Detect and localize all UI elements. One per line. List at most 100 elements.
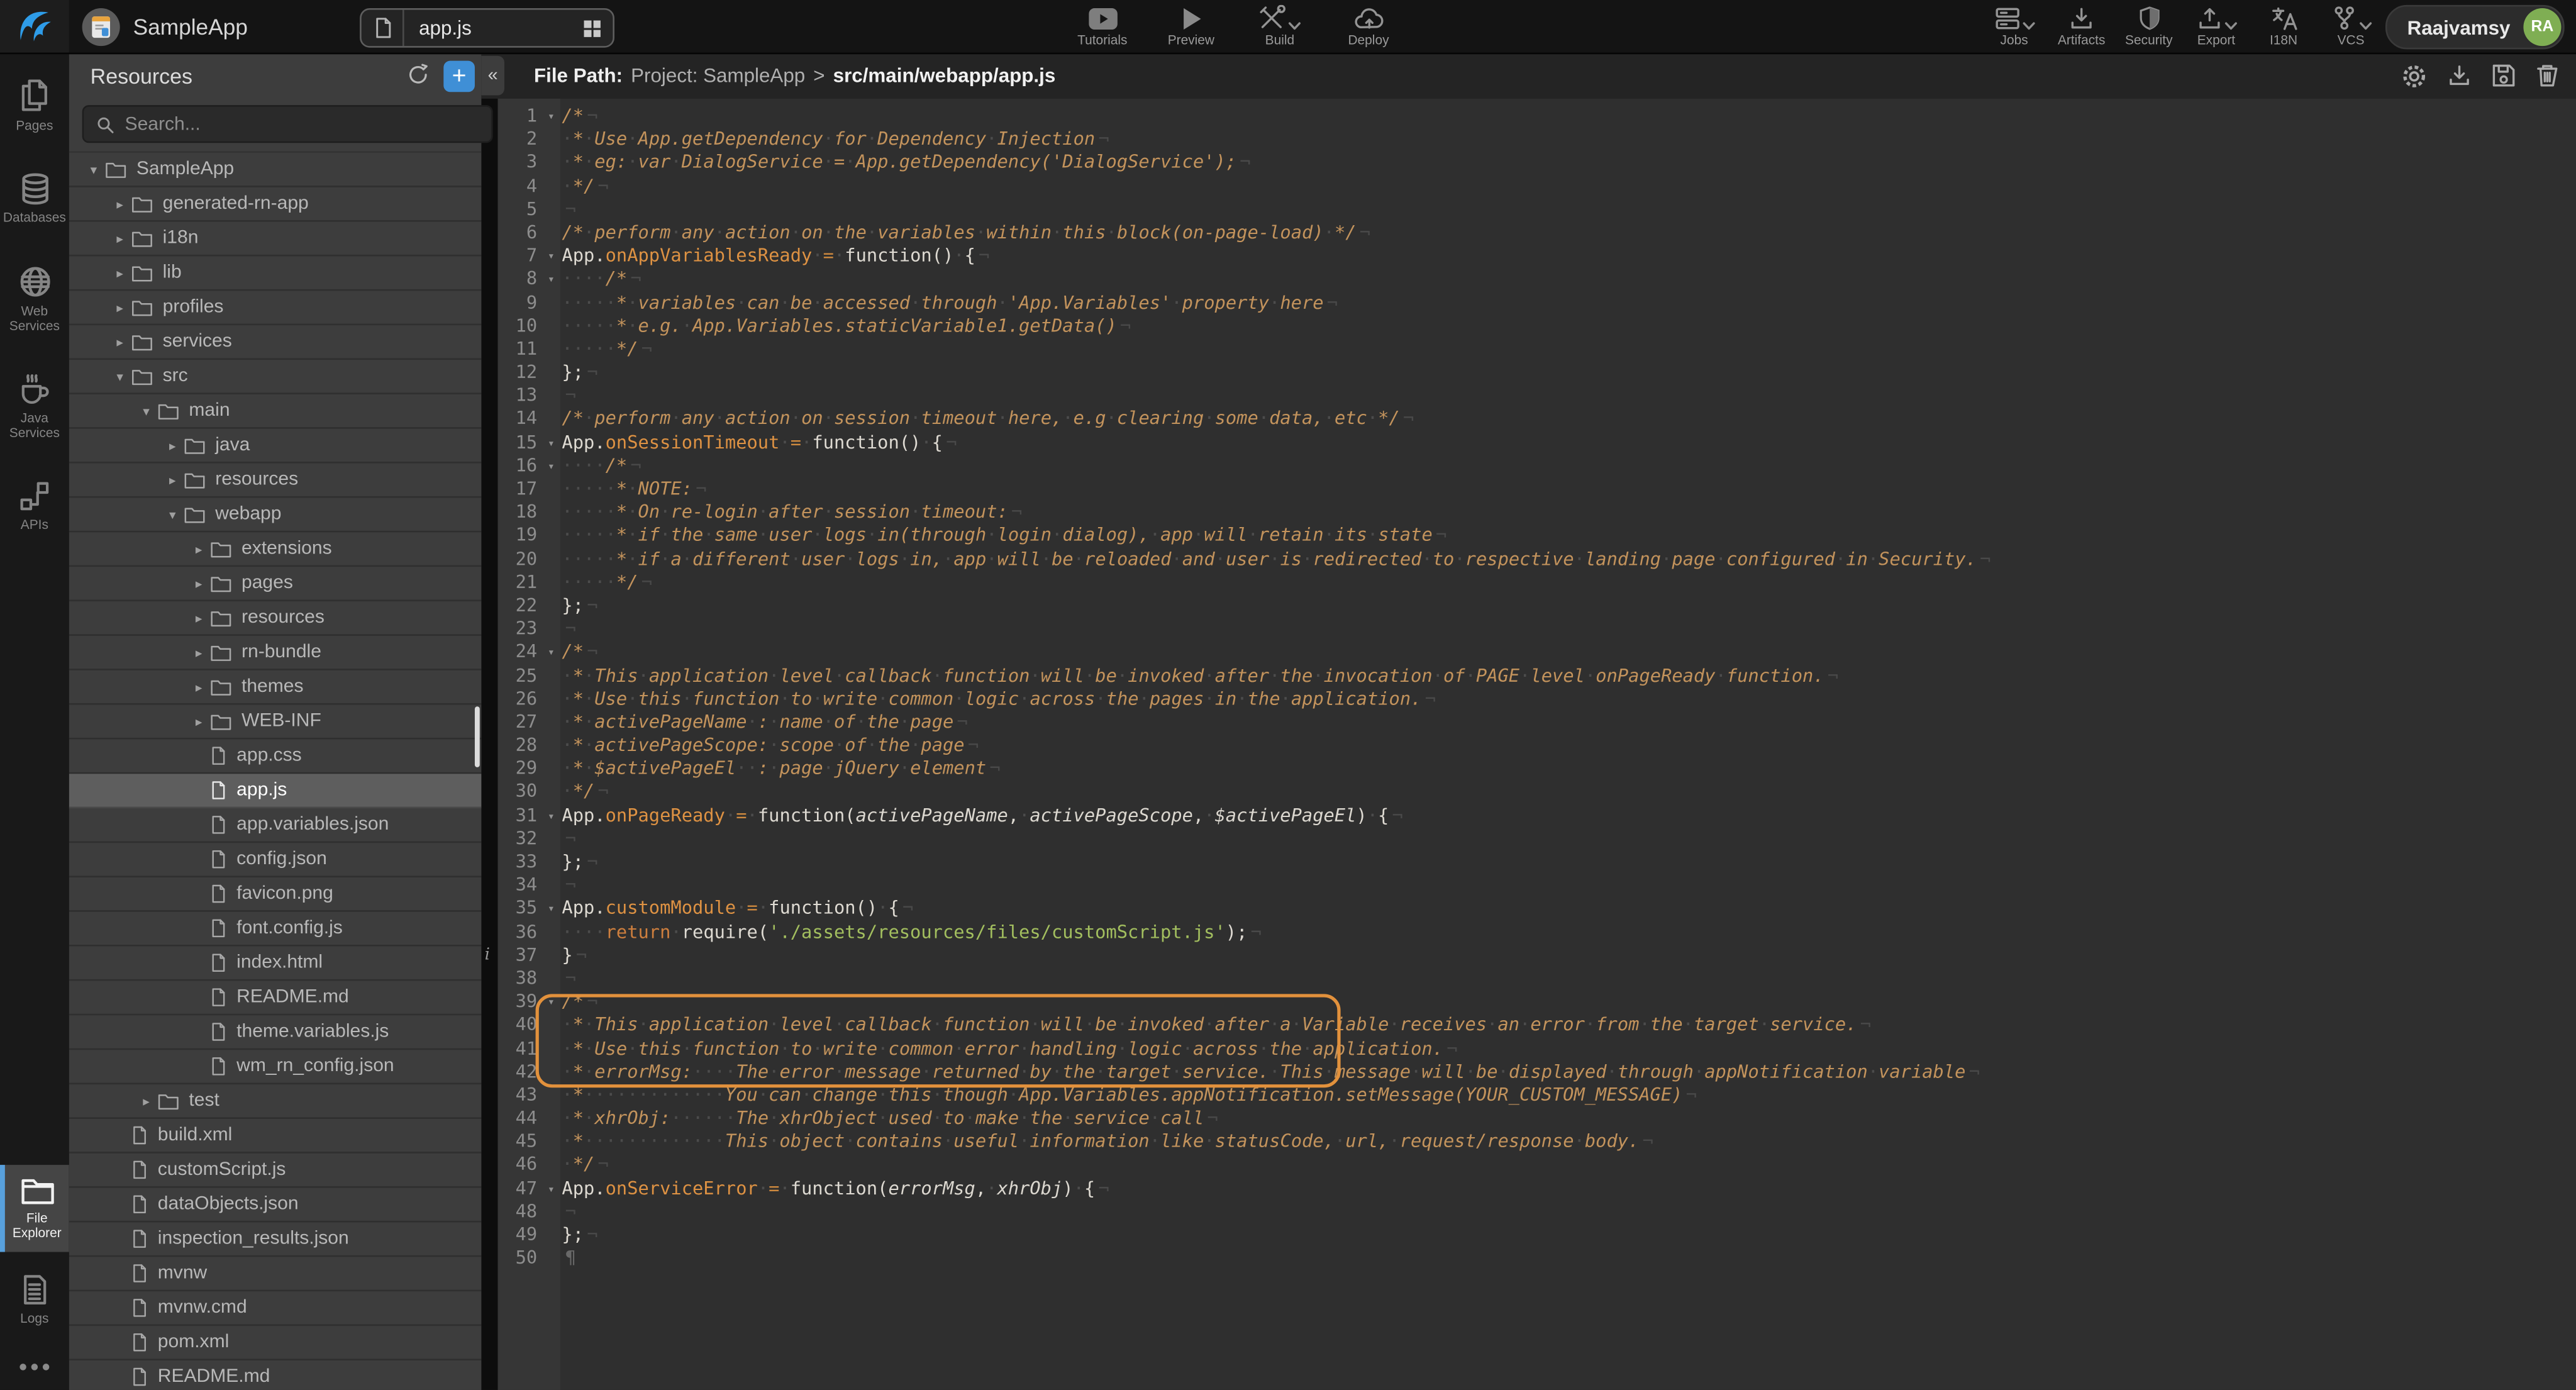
tree-item-app.js[interactable]: app.js — [69, 774, 482, 808]
tree-item-test[interactable]: ▸test — [69, 1084, 482, 1119]
topbar-jobs-button[interactable]: Jobs — [1988, 5, 2041, 48]
save-file-button[interactable] — [2490, 62, 2517, 89]
tree-item-config.json[interactable]: config.json — [69, 843, 482, 877]
tree-item-pom.xml[interactable]: pom.xml — [69, 1326, 482, 1360]
code-line-43[interactable]: 43·*·············You·can·change·this·tho… — [498, 1084, 2576, 1108]
tree-item-mvnw[interactable]: mvnw — [69, 1257, 482, 1291]
tree-item-customScript.js[interactable]: customScript.js — [69, 1154, 482, 1188]
code-line-37[interactable]: i37}¬ — [498, 944, 2576, 967]
download-file-button[interactable] — [2446, 62, 2473, 89]
code-line-50[interactable]: 50¶ — [498, 1247, 2576, 1270]
tree-scrollbar[interactable] — [475, 706, 480, 767]
tree-item-index.html[interactable]: index.html — [69, 947, 482, 981]
caret-icon[interactable]: ▸ — [161, 438, 184, 453]
topbar-security-button[interactable]: Security — [2123, 5, 2175, 48]
code-line-41[interactable]: 41·*·Use·this·function·to·write·common·e… — [498, 1038, 2576, 1061]
fold-icon[interactable]: ▾ — [540, 431, 562, 455]
code-line-22[interactable]: 22};¬ — [498, 594, 2576, 618]
code-line-5[interactable]: 5¬ — [498, 198, 2576, 221]
code-line-20[interactable]: 20·····*·if·a·different·user·logs·in,·ap… — [498, 548, 2576, 571]
tree-item-inspection_results.json[interactable]: inspection_results.json — [69, 1223, 482, 1257]
code-line-40[interactable]: 40·*·This·application·level·callback·fun… — [498, 1015, 2576, 1038]
tree-item-main[interactable]: ▾main — [69, 394, 482, 429]
code-line-34[interactable]: 34¬ — [498, 874, 2576, 898]
panel-collapse-button[interactable]: « — [481, 56, 504, 96]
code-line-30[interactable]: 30·*/¬ — [498, 781, 2576, 804]
caret-icon[interactable]: ▾ — [161, 507, 184, 522]
fold-icon[interactable]: ▾ — [540, 991, 562, 1015]
sidebar-item-databases[interactable]: Databases — [0, 161, 69, 236]
code-line-2[interactable]: 2·*·Use·App.getDependency·for·Dependency… — [498, 128, 2576, 152]
fold-icon[interactable]: ▾ — [540, 804, 562, 828]
tree-item-mvnw.cmd[interactable]: mvnw.cmd — [69, 1291, 482, 1326]
code-line-36[interactable]: 36····return·require('./assets/resources… — [498, 921, 2576, 944]
code-line-39[interactable]: 39▾/*¬ — [498, 991, 2576, 1015]
sidebar-item-apis[interactable]: APIs — [0, 468, 69, 543]
tree-item-wm_rn_config.json[interactable]: wm_rn_config.json — [69, 1050, 482, 1084]
code-line-19[interactable]: 19·····*·if·the·same·user·logs·in(throug… — [498, 525, 2576, 548]
tree-item-build.xml[interactable]: build.xml — [69, 1119, 482, 1154]
code-line-16[interactable]: 16▾····/*¬ — [498, 455, 2576, 478]
caret-icon[interactable]: ▸ — [187, 645, 211, 660]
code-editor[interactable]: 1▾/*¬2·*·Use·App.getDependency·for·Depen… — [481, 99, 2576, 1390]
tree-item-java[interactable]: ▸java — [69, 429, 482, 464]
code-line-27[interactable]: 27·*·activePageName·:·name·of·the·page¬ — [498, 711, 2576, 735]
code-line-24[interactable]: 24▾/*¬ — [498, 642, 2576, 665]
code-line-45[interactable]: 45·*·············This·object·contains·us… — [498, 1131, 2576, 1154]
code-line-42[interactable]: 42·*·errorMsg:····The·error·message·retu… — [498, 1061, 2576, 1084]
code-line-21[interactable]: 21·····*/¬ — [498, 571, 2576, 594]
tree-item-resources[interactable]: ▸resources — [69, 601, 482, 636]
code-line-33[interactable]: 33};¬ — [498, 851, 2576, 874]
tree-item-extensions[interactable]: ▸extensions — [69, 532, 482, 567]
tree-item-webapp[interactable]: ▾webapp — [69, 498, 482, 533]
search-input[interactable]: Search... — [82, 105, 493, 143]
user-menu[interactable]: Raajvamsy RA — [2386, 5, 2565, 50]
caret-icon[interactable]: ▸ — [187, 610, 211, 625]
code-line-25[interactable]: 25·*·This·application·level·callback·fun… — [498, 665, 2576, 688]
caret-icon[interactable]: ▸ — [187, 714, 211, 729]
caret-icon[interactable]: ▸ — [108, 300, 131, 315]
sidebar-item-pages[interactable]: Pages — [0, 65, 69, 144]
code-line-3[interactable]: 3·*·eg:·var·DialogService·=·App.getDepen… — [498, 152, 2576, 175]
sidebar-item-java-services[interactable]: Java Services — [0, 362, 69, 452]
fold-icon[interactable]: ▾ — [540, 898, 562, 921]
sidebar-item-file-explorer[interactable]: File Explorer — [0, 1165, 69, 1252]
tree-item-README.md[interactable]: README.md — [69, 981, 482, 1016]
fold-icon[interactable]: ▾ — [540, 455, 562, 478]
fold-icon[interactable]: ▾ — [540, 105, 562, 128]
sidebar-item-web-services[interactable]: Web Services — [0, 253, 69, 345]
fold-icon[interactable]: ▾ — [540, 642, 562, 665]
tree-item-generated-rn-app[interactable]: ▸generated-rn-app — [69, 187, 482, 222]
caret-icon[interactable]: ▾ — [108, 369, 131, 384]
tree-item-lib[interactable]: ▸lib — [69, 257, 482, 291]
caret-icon[interactable]: ▾ — [135, 403, 158, 418]
code-line-7[interactable]: 7▾App.onAppVariablesReady·=·function()·{… — [498, 245, 2576, 269]
code-line-6[interactable]: 6/*·perform·any·action·on·the·variables·… — [498, 221, 2576, 245]
code-line-26[interactable]: 26·*·Use·this·function·to·write·common·l… — [498, 688, 2576, 711]
caret-icon[interactable]: ▸ — [108, 231, 131, 246]
code-line-29[interactable]: 29·*·$activePageEl··:·page·jQuery·elemen… — [498, 758, 2576, 781]
code-line-35[interactable]: 35▾App.customModule·=·function()·{¬ — [498, 898, 2576, 921]
tree-item-themes[interactable]: ▸themes — [69, 670, 482, 705]
topbar-deploy-button[interactable]: Deploy — [1342, 5, 1395, 48]
topbar-tutorials-button[interactable]: Tutorials — [1076, 5, 1129, 48]
code-line-4[interactable]: 4·*/¬ — [498, 175, 2576, 198]
tree-item-pages[interactable]: ▸pages — [69, 567, 482, 601]
tree-item-favicon.png[interactable]: favicon.png — [69, 877, 482, 912]
topbar-i18n-button[interactable]: I18N — [2257, 5, 2310, 48]
tree-item-font.config.js[interactable]: font.config.js — [69, 912, 482, 947]
tree-item-dataObjects.json[interactable]: dataObjects.json — [69, 1188, 482, 1223]
tree-item-theme.variables.js[interactable]: theme.variables.js — [69, 1015, 482, 1050]
code-line-8[interactable]: 8▾····/*¬ — [498, 269, 2576, 292]
tree-item-app.variables.json[interactable]: app.variables.json — [69, 808, 482, 843]
sidebar-item-logs[interactable]: Logs — [0, 1262, 69, 1337]
caret-icon[interactable]: ▸ — [161, 472, 184, 487]
code-line-12[interactable]: 12};¬ — [498, 362, 2576, 385]
code-line-10[interactable]: 10·····*·e.g.·App.Variables.staticVariab… — [498, 315, 2576, 338]
code-line-17[interactable]: 17·····*·NOTE:¬ — [498, 478, 2576, 501]
code-line-23[interactable]: 23¬ — [498, 618, 2576, 642]
code-line-15[interactable]: 15▾App.onSessionTimeout·=·function()·{¬ — [498, 431, 2576, 455]
topbar-vcs-button[interactable]: VCS — [2324, 5, 2377, 48]
caret-icon[interactable]: ▸ — [135, 1093, 158, 1108]
topbar-preview-button[interactable]: Preview — [1165, 5, 1218, 48]
